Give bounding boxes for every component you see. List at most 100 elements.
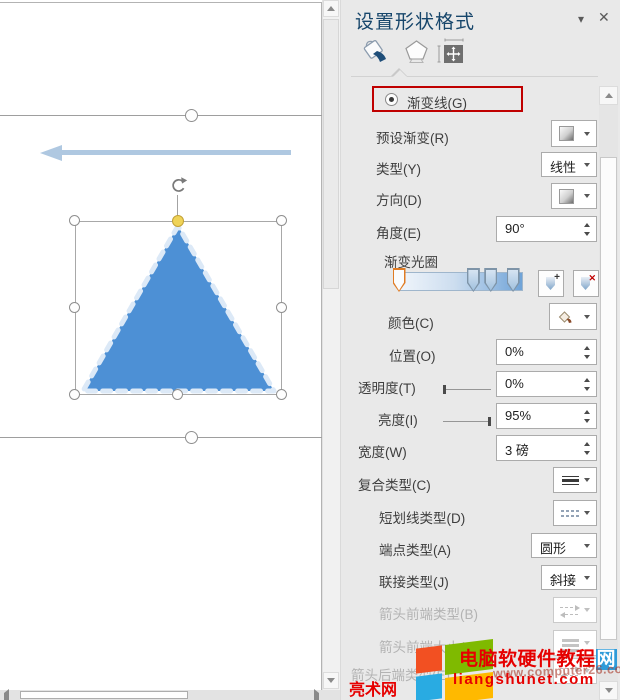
- cap-type-dropdown[interactable]: 圆形: [531, 533, 597, 558]
- resize-handle-bottom-left[interactable]: [69, 389, 80, 400]
- compound-type-dropdown[interactable]: [553, 467, 597, 493]
- transparency-value: 0%: [505, 376, 524, 391]
- canvas-scroll-left-button[interactable]: [4, 689, 9, 700]
- chevron-down-icon: [584, 194, 590, 198]
- app-window: 设置形状格式 ▾ ✕ 渐变线(G) 预设渐变(R) 类型(Y) 线性 方向(D)…: [0, 0, 620, 700]
- arrow-up-icon: [604, 93, 613, 98]
- pane-scroll-up-button[interactable]: [599, 86, 618, 105]
- color-dropdown[interactable]: [549, 303, 597, 330]
- compound-type-label: 复合类型(C): [358, 478, 431, 493]
- chevron-down-icon: [584, 314, 590, 319]
- canvas-scroll-down-button[interactable]: [323, 672, 339, 689]
- outer-selection-bottom-line: [0, 437, 322, 438]
- format-shape-pane: 设置形状格式 ▾ ✕ 渐变线(G) 预设渐变(R) 类型(Y) 线性 方向(D)…: [340, 0, 620, 700]
- direction-label: 方向(D): [376, 193, 422, 208]
- site-short-name: 亮术网: [349, 682, 398, 699]
- canvas-vscroll-thumb[interactable]: [323, 19, 339, 289]
- transparency-slider-track[interactable]: [443, 389, 491, 390]
- outer-selection-bottom-handle[interactable]: [185, 431, 198, 444]
- pane-collapse-icon[interactable]: ▾: [578, 12, 584, 26]
- resize-handle-mid-right[interactable]: [276, 302, 287, 313]
- chevron-down-icon: [584, 131, 590, 136]
- page-top-edge: [0, 2, 322, 3]
- preset-gradient-dropdown[interactable]: [551, 120, 597, 147]
- spin-down-icon[interactable]: [584, 387, 590, 391]
- spin-up-icon[interactable]: [584, 223, 590, 227]
- width-spinner[interactable]: 3 磅: [496, 435, 597, 461]
- dash-type-label: 短划线类型(D): [379, 511, 466, 526]
- gradient-line-radio[interactable]: [385, 93, 398, 106]
- gradient-line-radio-label: 渐变线(G): [407, 96, 467, 111]
- logo-pane-blue: [416, 673, 442, 700]
- document-canvas[interactable]: [0, 0, 340, 700]
- chevron-down-icon: [584, 478, 590, 482]
- outer-selection-top-handle[interactable]: [185, 109, 198, 122]
- join-type-dropdown[interactable]: 斜接: [541, 565, 597, 590]
- resize-handle-bottom-right[interactable]: [276, 389, 287, 400]
- compound-line-icon: [562, 476, 579, 485]
- angle-spinner[interactable]: 90°: [496, 216, 597, 242]
- transparency-slider-thumb[interactable]: [443, 385, 446, 394]
- gradient-stop-icon: [546, 277, 555, 290]
- pentagon-icon[interactable]: [403, 39, 430, 64]
- brightness-slider-track[interactable]: [443, 421, 491, 422]
- transparency-spinner[interactable]: 0%: [496, 371, 597, 397]
- arrow-shape-shaft[interactable]: [60, 150, 291, 155]
- adjust-handle[interactable]: [172, 215, 184, 227]
- spin-up-icon[interactable]: [584, 346, 590, 350]
- resize-handle-bottom-mid[interactable]: [172, 389, 183, 400]
- size-properties-icon[interactable]: [437, 38, 466, 64]
- gradient-stop[interactable]: [506, 268, 520, 292]
- spin-down-icon[interactable]: [584, 232, 590, 236]
- arrow-up-icon: [327, 6, 335, 11]
- rotate-handle-icon[interactable]: [169, 176, 188, 195]
- gradient-stop[interactable]: [466, 268, 480, 292]
- position-spinner[interactable]: 0%: [496, 339, 597, 365]
- logo-pane-orange: [416, 645, 442, 674]
- chevron-down-icon: [584, 608, 590, 612]
- arrow-down-icon: [327, 678, 335, 683]
- direction-dropdown[interactable]: [551, 183, 597, 209]
- brightness-value: 95%: [505, 408, 532, 423]
- spin-up-icon[interactable]: [584, 442, 590, 446]
- gradient-stop-icon: [581, 277, 590, 290]
- site-domain: liangshunet.com: [453, 671, 595, 688]
- dash-type-dropdown[interactable]: [553, 500, 597, 526]
- remove-gradient-stop-button[interactable]: [573, 270, 599, 297]
- paint-bucket-icon[interactable]: [360, 37, 390, 64]
- pane-scrollbar-thumb[interactable]: [600, 157, 617, 640]
- close-icon[interactable]: ✕: [598, 9, 610, 26]
- brightness-spinner[interactable]: 95%: [496, 403, 597, 429]
- resize-handle-top-left[interactable]: [69, 215, 80, 226]
- canvas-scroll-up-button[interactable]: [323, 0, 339, 17]
- arrow-ends-icon: [560, 605, 580, 618]
- arrow-down-icon: [604, 688, 613, 693]
- pane-scroll-down-button[interactable]: [599, 681, 618, 700]
- dash-line-icon: [561, 510, 580, 518]
- arrow-begin-type-dropdown: [553, 597, 597, 623]
- gradient-stops: [392, 268, 523, 298]
- arrow-right-icon: [314, 689, 319, 700]
- canvas-hscroll-thumb[interactable]: [20, 691, 188, 699]
- arrow-left-icon: [4, 689, 9, 700]
- resize-handle-mid-left[interactable]: [69, 302, 80, 313]
- gradient-stop[interactable]: [484, 268, 498, 292]
- spin-down-icon[interactable]: [584, 419, 590, 423]
- angle-label: 角度(E): [376, 226, 421, 241]
- chevron-down-icon: [584, 511, 590, 515]
- canvas-scroll-right-button[interactable]: [314, 689, 319, 700]
- spin-up-icon[interactable]: [584, 378, 590, 382]
- arrow-shape-head[interactable]: [40, 145, 62, 161]
- type-dropdown[interactable]: 线性: [541, 152, 597, 177]
- spin-down-icon[interactable]: [584, 451, 590, 455]
- triangle-shape[interactable]: [70, 217, 286, 398]
- resize-handle-top-right[interactable]: [276, 215, 287, 226]
- brightness-slider-thumb[interactable]: [488, 417, 491, 426]
- spin-down-icon[interactable]: [584, 355, 590, 359]
- chevron-down-icon: [584, 543, 590, 548]
- add-gradient-stop-button[interactable]: [538, 270, 564, 297]
- spin-up-icon[interactable]: [584, 410, 590, 414]
- gradient-stop[interactable]: [392, 268, 406, 292]
- gradient-swatch-icon: [559, 126, 574, 141]
- width-label: 宽度(W): [358, 445, 407, 460]
